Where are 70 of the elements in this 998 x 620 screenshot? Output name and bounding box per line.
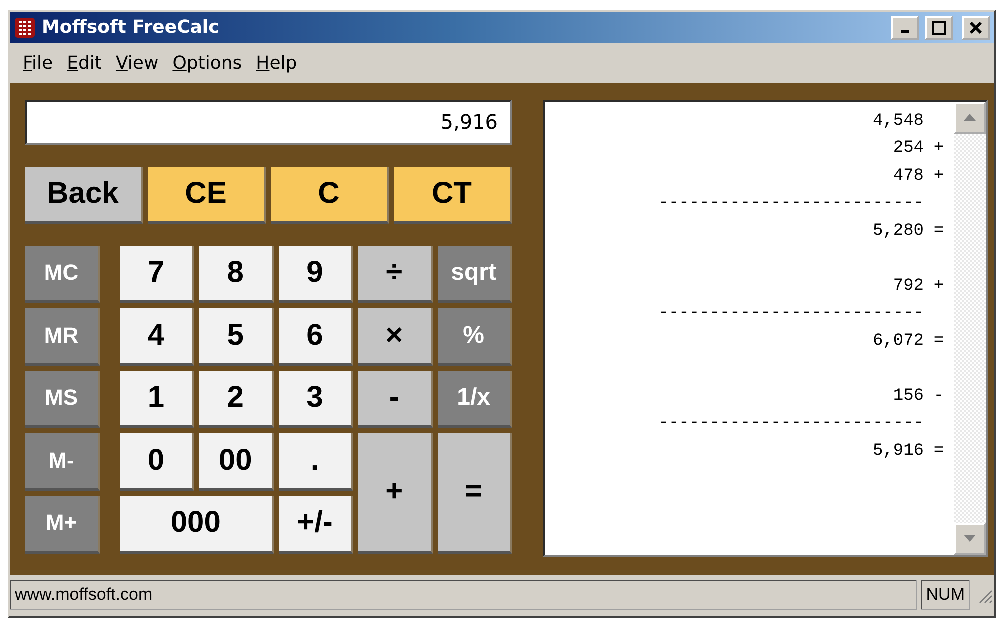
digit-button[interactable]: .	[278, 433, 354, 492]
memory-button[interactable]: M-	[25, 433, 100, 492]
back-button[interactable]: Back	[25, 166, 143, 224]
scroll-down-button[interactable]	[954, 522, 986, 555]
maximize-icon	[932, 20, 946, 35]
display-field[interactable]: 5,916	[25, 100, 512, 145]
digit-button[interactable]: 5	[199, 308, 274, 366]
down-arrow-icon	[964, 535, 976, 542]
minimize-button[interactable]	[891, 16, 919, 40]
menu-item[interactable]: Help	[251, 50, 302, 76]
num-lock-indicator: NUM	[921, 580, 970, 610]
digit-button[interactable]: 4	[120, 308, 194, 366]
digit-button[interactable]: +/-	[278, 496, 354, 554]
tape-value: 156	[893, 386, 924, 406]
memory-button[interactable]: M+	[25, 496, 100, 554]
status-text: www.moffsoft.com	[10, 580, 918, 610]
digit-button[interactable]: 2	[199, 370, 274, 428]
menu-item[interactable]: Options	[168, 50, 248, 76]
scroll-up-button[interactable]	[954, 102, 986, 134]
memory-button[interactable]: MC	[25, 246, 100, 304]
tape-value: 4,548	[872, 112, 924, 131]
tape-rule: --------------------------	[658, 414, 924, 434]
tape-value: 254	[893, 139, 924, 158]
tape-operator: +	[934, 139, 944, 158]
tape-operator: -	[934, 386, 944, 406]
minimize-icon	[901, 30, 909, 34]
maximize-button[interactable]	[925, 16, 953, 40]
clear-button[interactable]: CE	[148, 166, 266, 224]
tape-value: 792	[893, 276, 924, 296]
tape-operator: +	[934, 166, 944, 186]
close-button[interactable]	[962, 16, 990, 40]
digit-button[interactable]: 00	[199, 433, 274, 492]
operator-button[interactable]: +	[358, 433, 433, 554]
operator-button[interactable]: -	[358, 370, 433, 428]
tape-value: 478	[893, 166, 924, 186]
scrollbar[interactable]	[954, 102, 986, 555]
tape-value: 6,072	[872, 332, 924, 351]
digit-button[interactable]: 1	[120, 370, 194, 428]
memory-button[interactable]: MS	[25, 370, 100, 428]
operator-button[interactable]: =	[438, 433, 512, 554]
close-icon	[969, 20, 983, 35]
clear-button[interactable]: CT	[394, 166, 512, 224]
window-title: Moffsoft FreeCalc	[42, 17, 220, 38]
tape-operator: =	[934, 332, 944, 351]
menu-item[interactable]: Edit	[62, 50, 107, 76]
function-button[interactable]: 1/x	[438, 370, 512, 428]
digit-button[interactable]: 3	[278, 370, 354, 428]
tape-value: 5,916	[872, 442, 924, 461]
tape-value: 5,280	[872, 222, 924, 241]
digit-button[interactable]: 9	[278, 246, 354, 304]
menu-item[interactable]: View	[110, 50, 164, 76]
tape-rule: --------------------------	[658, 304, 924, 324]
memory-button[interactable]: MR	[25, 308, 100, 366]
digit-button[interactable]: 000	[120, 496, 274, 554]
operator-button[interactable]: ×	[358, 308, 433, 366]
digit-button[interactable]: 6	[278, 308, 354, 366]
tape-operator: =	[934, 442, 944, 461]
digit-button[interactable]: 8	[199, 246, 274, 304]
digit-button[interactable]: 7	[120, 246, 194, 304]
tape-operator: =	[934, 222, 944, 241]
calculator-icon	[14, 16, 36, 39]
up-arrow-icon	[964, 114, 976, 122]
function-button[interactable]: %	[438, 308, 512, 366]
digit-button[interactable]: 0	[120, 433, 194, 492]
operator-button[interactable]: ÷	[358, 246, 433, 304]
clear-button[interactable]: C	[271, 166, 389, 224]
tape-rule: --------------------------	[658, 194, 924, 214]
tape-operator: +	[934, 276, 944, 296]
menu-item[interactable]: File	[18, 50, 58, 76]
function-button[interactable]: sqrt	[438, 246, 512, 304]
